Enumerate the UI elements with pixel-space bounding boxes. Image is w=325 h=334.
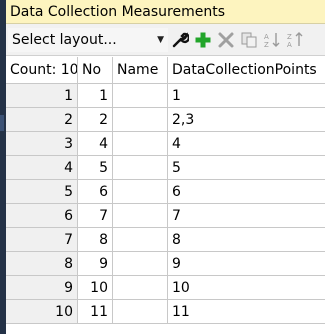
- name-cell[interactable]: [113, 300, 168, 324]
- svg-text:Z: Z: [264, 41, 269, 49]
- table-row[interactable]: 10 11 11: [6, 300, 325, 324]
- table-row[interactable]: 8 9 9: [6, 252, 325, 276]
- no-cell[interactable]: 4: [78, 132, 113, 156]
- datacollectionpoints-cell[interactable]: 8: [168, 228, 325, 252]
- row-index-cell[interactable]: 6: [6, 204, 78, 228]
- table-row[interactable]: 7 8 8: [6, 228, 325, 252]
- name-cell[interactable]: [113, 180, 168, 204]
- table-row[interactable]: 6 7 7: [6, 204, 325, 228]
- datacollectionpoints-cell[interactable]: 9: [168, 252, 325, 276]
- datacollectionpoints-cell[interactable]: 6: [168, 180, 325, 204]
- name-cell[interactable]: [113, 84, 168, 108]
- data-collection-panel: Data Collection Measurements Select layo…: [6, 0, 325, 334]
- row-index-cell[interactable]: 4: [6, 156, 78, 180]
- table-row[interactable]: 4 5 5: [6, 156, 325, 180]
- datacollectionpoints-cell[interactable]: 5: [168, 156, 325, 180]
- row-index-cell[interactable]: 1: [6, 84, 78, 108]
- row-index-cell[interactable]: 7: [6, 228, 78, 252]
- svg-text:A: A: [287, 41, 292, 49]
- table-row[interactable]: 9 10 10: [6, 276, 325, 300]
- svg-text:A: A: [264, 33, 269, 41]
- sort-descending-icon[interactable]: ZA: [284, 28, 306, 52]
- name-cell[interactable]: [113, 228, 168, 252]
- datacollectionpoints-cell[interactable]: 10: [168, 276, 325, 300]
- left-edge-marker: [0, 115, 4, 131]
- sort-ascending-icon[interactable]: AZ: [261, 28, 283, 52]
- no-cell[interactable]: 1: [78, 84, 113, 108]
- column-header-count[interactable]: Count: 10: [6, 57, 78, 84]
- row-index-cell[interactable]: 3: [6, 132, 78, 156]
- dropdown-arrow-icon[interactable]: ▼: [157, 35, 164, 45]
- datacollectionpoints-cell[interactable]: 1: [168, 84, 325, 108]
- column-header-no[interactable]: No: [78, 57, 113, 84]
- no-cell[interactable]: 7: [78, 204, 113, 228]
- table-row[interactable]: 1 1 1: [6, 84, 325, 108]
- row-index-cell[interactable]: 8: [6, 252, 78, 276]
- row-index-cell[interactable]: 10: [6, 300, 78, 324]
- copy-icon[interactable]: [238, 28, 260, 52]
- datacollectionpoints-cell[interactable]: 2,3: [168, 108, 325, 132]
- name-cell[interactable]: [113, 252, 168, 276]
- row-index-cell[interactable]: 9: [6, 276, 78, 300]
- wrench-icon[interactable]: [169, 28, 191, 52]
- name-cell[interactable]: [113, 204, 168, 228]
- no-cell[interactable]: 10: [78, 276, 113, 300]
- add-icon[interactable]: [192, 28, 214, 52]
- no-cell[interactable]: 6: [78, 180, 113, 204]
- datacollectionpoints-cell[interactable]: 7: [168, 204, 325, 228]
- name-cell[interactable]: [113, 132, 168, 156]
- delete-icon[interactable]: [215, 28, 237, 52]
- layout-select-value: Select layout...: [12, 31, 117, 48]
- name-cell[interactable]: [113, 276, 168, 300]
- datacollectionpoints-cell[interactable]: 4: [168, 132, 325, 156]
- datacollectionpoints-cell[interactable]: 11: [168, 300, 325, 324]
- svg-text:Z: Z: [287, 33, 292, 41]
- no-cell[interactable]: 5: [78, 156, 113, 180]
- layout-select[interactable]: Select layout... ▼: [8, 27, 168, 52]
- name-cell[interactable]: [113, 156, 168, 180]
- no-cell[interactable]: 11: [78, 300, 113, 324]
- column-header-name[interactable]: Name: [113, 57, 168, 84]
- table-row[interactable]: 2 2 2,3: [6, 108, 325, 132]
- grid-body: 1 1 1 2 2 2,3 3 4 4 4 5 5 5 6 6 6 7 7 7 …: [6, 84, 325, 324]
- column-header-datacollectionpoints[interactable]: DataCollectionPoints: [168, 57, 325, 84]
- row-index-cell[interactable]: 5: [6, 180, 78, 204]
- name-cell[interactable]: [113, 108, 168, 132]
- toolbar: Select layout... ▼ AZ ZA: [6, 24, 325, 56]
- data-grid: Count: 10 No Name DataCollectionPoints 1…: [6, 57, 325, 324]
- panel-title: Data Collection Measurements: [10, 3, 225, 20]
- no-cell[interactable]: 9: [78, 252, 113, 276]
- table-row[interactable]: 3 4 4: [6, 132, 325, 156]
- row-index-cell[interactable]: 2: [6, 108, 78, 132]
- no-cell[interactable]: 2: [78, 108, 113, 132]
- no-cell[interactable]: 8: [78, 228, 113, 252]
- panel-titlebar: Data Collection Measurements: [6, 0, 325, 24]
- grid-header-row: Count: 10 No Name DataCollectionPoints: [6, 57, 325, 84]
- table-row[interactable]: 5 6 6: [6, 180, 325, 204]
